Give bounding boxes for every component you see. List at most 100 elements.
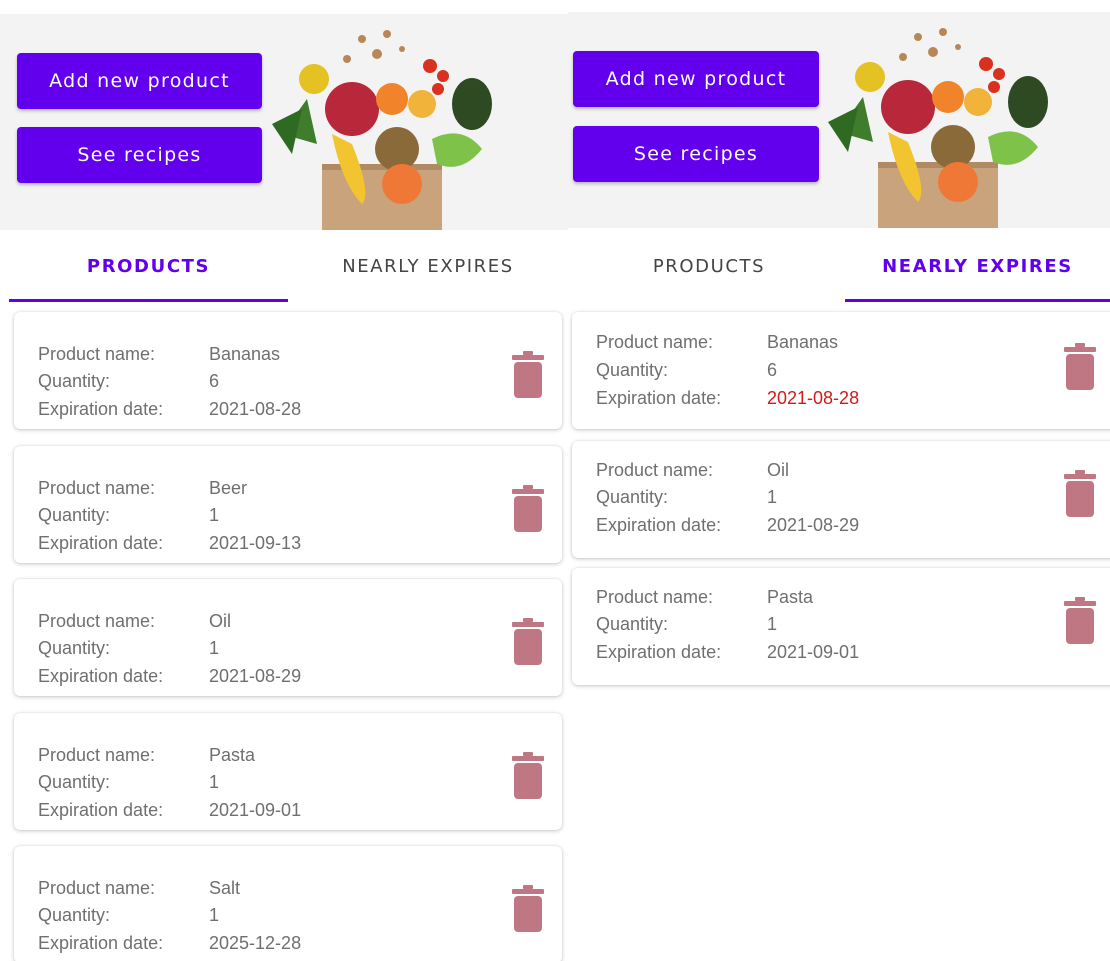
expiration-label: Expiration date: — [38, 399, 164, 419]
expiration-label: Expiration date: — [596, 515, 722, 535]
product-name-value: Pasta — [767, 587, 814, 607]
product-name-row: Product name: Pasta — [596, 586, 813, 608]
trash-icon[interactable] — [512, 884, 544, 932]
expiration-value: 2021-08-28 — [767, 388, 860, 408]
tab-products[interactable]: PRODUCTS — [9, 230, 288, 302]
tab-products[interactable]: PRODUCTS — [573, 230, 845, 302]
product-name-value: Oil — [767, 460, 789, 480]
product-name-label: Product name: — [596, 587, 714, 607]
product-card: Product name: Pasta Quantity: 1 Expiration… — [14, 713, 562, 830]
product-card: Product name: Pasta Quantity: 1 Expiration… — [572, 568, 1110, 685]
expiration-row: Expiration date: 2025-12-28 — [38, 932, 301, 954]
tab-nearly-expires[interactable]: NEARLY EXPIRES — [288, 230, 568, 302]
quantity-value: 1 — [767, 614, 778, 634]
tab-bar: PRODUCTS NEARLY EXPIRES — [0, 230, 568, 302]
product-card: Product name: Bananas Quantity: 6 Expirati… — [14, 312, 562, 429]
product-name-row: Product name: Oil — [596, 459, 789, 481]
product-name-label: Product name: — [38, 344, 156, 364]
expiration-label: Expiration date: — [596, 388, 722, 408]
product-name-row: Product name: Salt — [38, 877, 240, 899]
expiration-value: 2021-08-29 — [767, 515, 860, 535]
trash-icon[interactable] — [512, 751, 544, 799]
trash-icon[interactable] — [1064, 469, 1096, 517]
quantity-label: Quantity: — [38, 505, 111, 525]
quantity-label: Quantity: — [596, 360, 669, 380]
header-banner: Add new product See recipes — [0, 14, 568, 230]
product-name-row: Product name: Pasta — [38, 744, 255, 766]
expiration-label: Expiration date: — [38, 533, 164, 553]
quantity-value: 1 — [209, 905, 220, 925]
quantity-value: 1 — [209, 505, 220, 525]
expiration-label: Expiration date: — [38, 800, 164, 820]
product-card: Product name: Oil Quantity: 1 Expiration d… — [572, 441, 1110, 558]
product-name-label: Product name: — [38, 478, 156, 498]
products-screen: Add new product See recipes PRODUCTS NEA… — [0, 0, 568, 961]
expiration-value: 2021-09-13 — [209, 533, 302, 553]
trash-icon[interactable] — [1064, 596, 1096, 644]
expiration-label: Expiration date: — [38, 933, 164, 953]
tab-bar: PRODUCTS NEARLY EXPIRES — [568, 230, 1110, 302]
active-tab-indicator — [845, 299, 1110, 302]
product-name-value: Beer — [209, 478, 248, 498]
expiration-value: 2021-08-28 — [209, 399, 302, 419]
see-recipes-button[interactable]: See recipes — [573, 126, 819, 182]
expiration-value: 2025-12-28 — [209, 933, 302, 953]
add-product-button[interactable]: Add new product — [573, 51, 819, 107]
quantity-label: Quantity: — [596, 614, 669, 634]
expiration-value: 2021-09-01 — [209, 800, 302, 820]
quantity-value: 1 — [209, 638, 220, 658]
product-card: Product name: Beer Quantity: 1 Expiration … — [14, 446, 562, 563]
see-recipes-button[interactable]: See recipes — [17, 127, 262, 183]
trash-icon[interactable] — [1064, 342, 1096, 390]
expiration-row: Expiration date: 2021-09-01 — [38, 799, 301, 821]
quantity-label: Quantity: — [38, 772, 111, 792]
product-name-value: Bananas — [767, 332, 839, 352]
quantity-value: 1 — [209, 772, 220, 792]
comparison-stage: Add new product See recipes PRODUCTS NEA… — [0, 0, 1110, 961]
product-name-row: Product name: Beer — [38, 477, 247, 499]
expiration-value: 2021-09-01 — [767, 642, 860, 662]
tab-nearly-expires[interactable]: NEARLY EXPIRES — [845, 230, 1110, 302]
expiration-row: Expiration date: 2021-08-28 — [38, 398, 301, 420]
quantity-row: Quantity: 6 — [596, 359, 777, 381]
quantity-label: Quantity: — [596, 487, 669, 507]
quantity-value: 6 — [209, 371, 220, 391]
quantity-row: Quantity: 1 — [596, 613, 777, 635]
product-card: Product name: Oil Quantity: 1 Expiration d… — [14, 579, 562, 696]
trash-icon[interactable] — [512, 484, 544, 532]
product-name-label: Product name: — [596, 332, 714, 352]
expiration-row: Expiration date: 2021-08-29 — [38, 665, 301, 687]
product-card: Product name: Salt Quantity: 1 Expiration … — [14, 846, 562, 961]
product-name-value: Oil — [209, 611, 231, 631]
product-name-row: Product name: Bananas — [596, 331, 838, 353]
trash-icon[interactable] — [512, 617, 544, 665]
product-name-label: Product name: — [596, 460, 714, 480]
header-banner: Add new product See recipes — [568, 12, 1110, 228]
expiration-row: Expiration date: 2021-09-13 — [38, 532, 301, 554]
product-name-row: Product name: Oil — [38, 610, 231, 632]
product-name-row: Product name: Bananas — [38, 343, 280, 365]
grocery-bag-illustration — [272, 30, 492, 230]
product-name-value: Bananas — [209, 344, 281, 364]
quantity-label: Quantity: — [38, 371, 111, 391]
quantity-value: 6 — [767, 360, 778, 380]
add-product-button[interactable]: Add new product — [17, 53, 262, 109]
quantity-row: Quantity: 1 — [38, 637, 219, 659]
expiration-label: Expiration date: — [38, 666, 164, 686]
expiration-value: 2021-08-29 — [209, 666, 302, 686]
expiration-row: Expiration date: 2021-08-28 — [596, 387, 859, 409]
trash-icon[interactable] — [512, 350, 544, 398]
quantity-label: Quantity: — [38, 638, 111, 658]
grocery-bag-illustration — [828, 28, 1048, 228]
active-tab-indicator — [9, 299, 288, 302]
product-name-value: Salt — [209, 878, 241, 898]
expiration-label: Expiration date: — [596, 642, 722, 662]
quantity-value: 1 — [767, 487, 778, 507]
expiration-row: Expiration date: 2021-09-01 — [596, 641, 859, 663]
product-name-label: Product name: — [38, 745, 156, 765]
quantity-row: Quantity: 1 — [596, 486, 777, 508]
nearly-expires-screen: Add new product See recipes PRODUCTS NEA… — [568, 0, 1110, 961]
product-name-label: Product name: — [38, 878, 156, 898]
quantity-label: Quantity: — [38, 905, 111, 925]
product-name-value: Pasta — [209, 745, 256, 765]
